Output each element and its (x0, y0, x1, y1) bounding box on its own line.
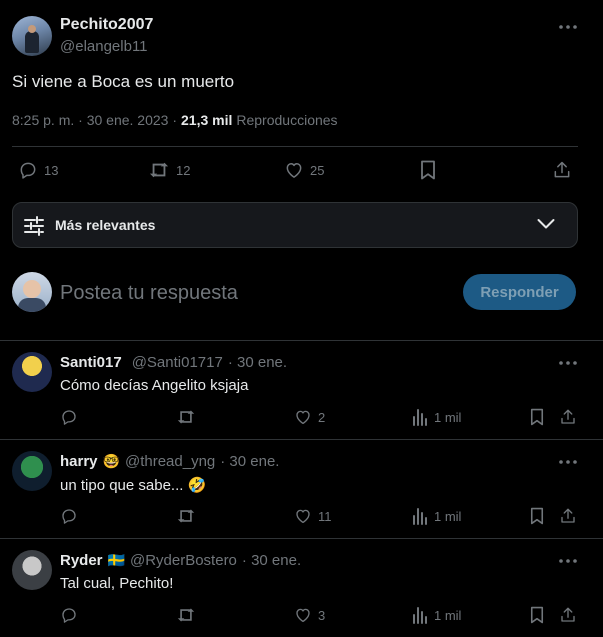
reply-icon (60, 507, 78, 525)
reply-views-count: 1 mil (434, 607, 462, 623)
reply-like-button[interactable]: 2 (294, 408, 325, 426)
reply-icon (18, 160, 38, 180)
reply-author-name[interactable]: Santi017 (60, 354, 122, 371)
reply-views-button[interactable]: 1 mil (412, 606, 461, 624)
respond-button[interactable]: Responder (463, 274, 576, 310)
retweet-icon (148, 160, 170, 180)
reply-icon (60, 408, 78, 426)
more-options-icon[interactable] (558, 455, 578, 469)
analytics-icon (412, 507, 428, 525)
reply-author-name[interactable]: Ryder (60, 552, 103, 569)
more-options-icon[interactable] (558, 17, 578, 37)
reply-count: 13 (44, 162, 59, 178)
user-avatar[interactable] (12, 272, 52, 312)
reply-author-name[interactable]: harry (60, 453, 98, 470)
share-icon[interactable] (559, 408, 577, 426)
heart-icon (294, 408, 312, 426)
reply-input[interactable] (60, 278, 440, 308)
reply-retweet-button[interactable] (176, 507, 202, 525)
tweet-meta: 8:25 p. m. · 30 ene. 2023 · 21,3 mil Rep… (12, 112, 338, 128)
reply-avatar[interactable] (12, 352, 52, 392)
tweet-text: Si viene a Boca es un muerto (12, 72, 235, 91)
retweet-icon (176, 606, 196, 624)
reply-avatar[interactable] (12, 550, 52, 590)
bookmark-icon[interactable] (418, 160, 438, 180)
analytics-icon (412, 606, 428, 624)
sliders-icon (23, 215, 45, 237)
like-button[interactable]: 25 (284, 160, 324, 180)
bookmark-icon[interactable] (528, 507, 546, 525)
reply-views-button[interactable]: 1 mil (412, 507, 461, 525)
share-icon[interactable] (559, 606, 577, 624)
reply-author-handle[interactable]: @RyderBostero (130, 552, 237, 569)
reply-author-handle[interactable]: @Santi01717 (132, 354, 223, 371)
reply-date[interactable]: · 30 ene. (228, 354, 287, 371)
heart-icon (294, 606, 312, 624)
reply-button[interactable]: 13 (18, 160, 58, 180)
reply-retweet-button[interactable] (176, 408, 202, 426)
reply-like-count: 2 (318, 409, 326, 425)
author-avatar[interactable] (12, 16, 52, 56)
share-icon[interactable] (559, 507, 577, 525)
reply-header: Santi017 @Santi01717 · 30 ene. (60, 354, 287, 371)
reply-reply-button[interactable] (60, 606, 84, 624)
divider (0, 439, 603, 440)
retweet-button[interactable]: 12 (148, 160, 190, 180)
reply-header: harry 🤓 @thread_yng · 30 ene. (60, 453, 279, 470)
retweet-icon (176, 507, 196, 525)
chevron-down-icon (537, 218, 555, 230)
reply-views-button[interactable]: 1 mil (412, 408, 461, 426)
retweet-count: 12 (176, 162, 191, 178)
retweet-icon (176, 408, 196, 426)
reply-author-emoji: 🤓 (102, 453, 120, 469)
divider (0, 538, 603, 539)
reply-like-button[interactable]: 11 (294, 507, 332, 525)
views-count: 21,3 mil (181, 112, 233, 128)
reply-text: Tal cual, Pechito! (60, 575, 174, 592)
heart-icon (294, 507, 312, 525)
reply-icon (60, 606, 78, 624)
reply-item[interactable]: Santi017 @Santi01717 · 30 ene. Cómo decí… (0, 352, 603, 447)
more-options-icon[interactable] (558, 356, 578, 370)
sort-dropdown[interactable]: Más relevantes (12, 202, 578, 248)
author-handle[interactable]: @elangelb11 (60, 38, 148, 55)
sort-label: Más relevantes (55, 217, 156, 233)
share-icon[interactable] (552, 160, 572, 180)
tweet-timestamp[interactable]: 8:25 p. m. · 30 ene. 2023 · (12, 112, 177, 128)
reply-like-button[interactable]: 3 (294, 606, 325, 624)
reply-views-count: 1 mil (434, 409, 462, 425)
reply-author-handle[interactable]: @thread_yng (125, 453, 215, 470)
author-name[interactable]: Pechito2007 (60, 16, 153, 34)
reply-like-count: 11 (318, 508, 332, 524)
reply-text: Cómo decías Angelito ksjaja (60, 377, 249, 394)
heart-icon (284, 160, 304, 180)
views-label: Reproducciones (236, 112, 338, 128)
reply-header: Ryder 🇸🇪 @RyderBostero · 30 ene. (60, 552, 301, 569)
divider (12, 146, 578, 147)
reply-text: un tipo que sabe... 🤣 (60, 477, 207, 494)
bookmark-icon[interactable] (528, 606, 546, 624)
like-count: 25 (310, 162, 325, 178)
reply-item[interactable]: Ryder 🇸🇪 @RyderBostero · 30 ene. Tal cua… (0, 550, 603, 637)
divider (0, 340, 603, 341)
reply-like-count: 3 (318, 607, 326, 623)
reply-views-count: 1 mil (434, 508, 462, 524)
bookmark-icon[interactable] (528, 408, 546, 426)
reply-reply-button[interactable] (60, 408, 84, 426)
reply-retweet-button[interactable] (176, 606, 202, 624)
reply-date[interactable]: · 30 ene. (220, 453, 279, 470)
reply-avatar[interactable] (12, 451, 52, 491)
reply-reply-button[interactable] (60, 507, 84, 525)
reply-item[interactable]: harry 🤓 @thread_yng · 30 ene. un tipo qu… (0, 451, 603, 546)
reply-author-emoji: 🇸🇪 (107, 552, 125, 568)
reply-date[interactable]: · 30 ene. (242, 552, 301, 569)
more-options-icon[interactable] (558, 554, 578, 568)
analytics-icon (412, 408, 428, 426)
